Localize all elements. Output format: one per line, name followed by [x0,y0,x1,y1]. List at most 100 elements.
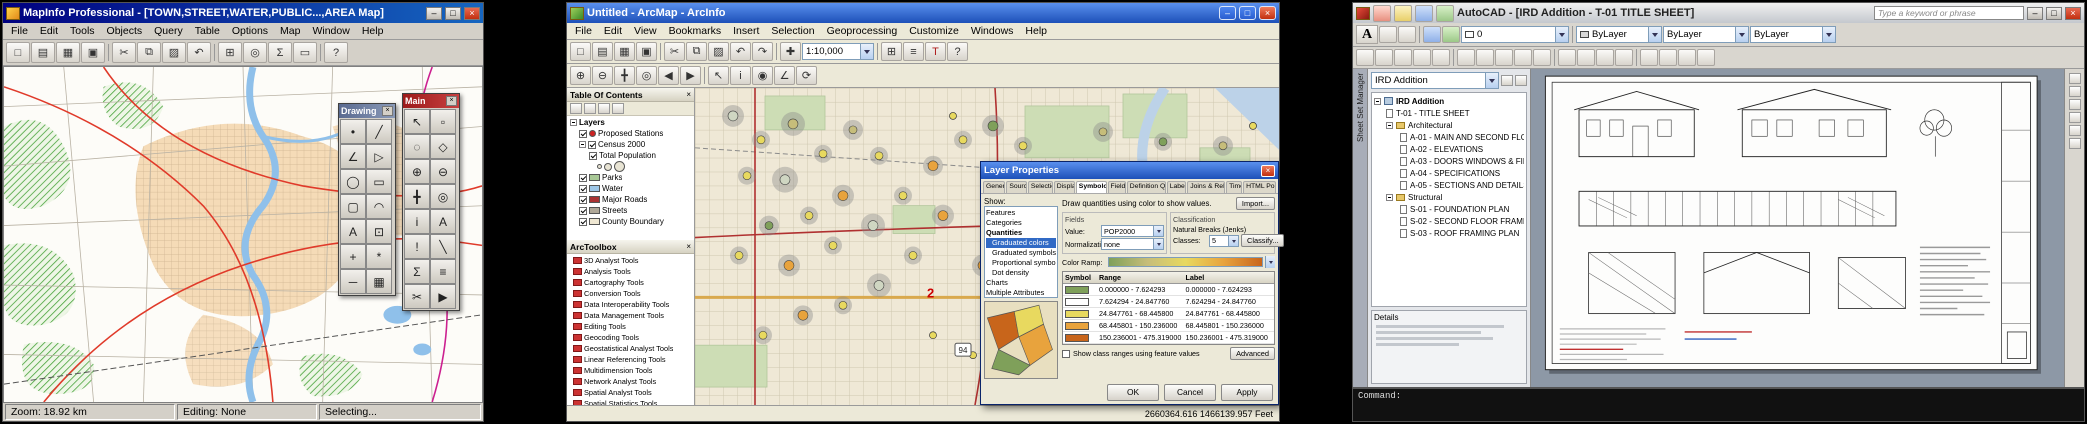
tab-fields[interactable]: Fields [1108,181,1126,193]
line-tool-icon[interactable]: ╱ [366,119,392,144]
layer-properties-dialog[interactable]: Layer Properties × General Source Select… [980,161,1279,405]
tab-source[interactable]: Source [1006,181,1027,193]
change-view-icon[interactable]: ◎ [430,184,456,209]
add-data-icon[interactable]: ✚ [780,42,801,61]
chevron-down-icon[interactable] [1485,73,1498,88]
menu-bookmarks[interactable]: Bookmarks [663,24,728,38]
refresh-icon[interactable] [1501,75,1513,86]
show-categories[interactable]: Categories [986,218,1056,228]
new-icon[interactable]: □ [6,42,30,63]
minimize-button[interactable]: – [426,7,442,20]
layer-checkbox[interactable] [589,152,597,160]
tab-general[interactable]: General [983,181,1005,193]
symbol-tool-icon[interactable]: • [340,119,366,144]
menu-edit[interactable]: Edit [34,24,64,38]
toc-panel-header[interactable]: Table Of Contents × [567,88,694,102]
undo-icon[interactable] [1514,49,1532,66]
menu-window[interactable]: Window [306,24,355,38]
text-style-icon[interactable]: A [1356,25,1378,44]
zoom-in-icon[interactable]: ⊕ [404,159,430,184]
pan-icon[interactable]: ╋ [614,66,635,85]
show-features[interactable]: Features [986,208,1056,218]
menu-file[interactable]: File [5,24,34,38]
layer-checkbox[interactable] [579,207,587,215]
tab-labels[interactable]: Labels [1167,181,1187,193]
close-button[interactable]: × [1259,6,1276,20]
drawing-palette[interactable]: Drawing × • ╱ ∠ ▷ ◯ ▭ ▢ ◠ A ⊡ + * ─ ▦ [338,103,396,296]
collapse-icon[interactable] [579,141,586,148]
add-node-tool-icon[interactable]: + [340,244,366,269]
ellipse-tool-icon[interactable]: ◯ [340,169,366,194]
find-icon[interactable]: ◉ [752,66,773,85]
classes-table[interactable]: Symbol Range Label 0.000000 - 7.6242930.… [1062,271,1275,345]
drawing-palette-titlebar[interactable]: Drawing × [339,104,395,118]
hotlink-tool-icon[interactable]: ! [404,234,430,259]
line-style-icon[interactable]: ─ [340,269,366,294]
menu-insert[interactable]: Insert [727,24,765,38]
radius-select-icon[interactable]: ◌ [404,134,430,159]
table-of-contents-icon[interactable]: ≡ [903,42,924,61]
value-combo[interactable]: POP2000 [1101,225,1164,237]
mapinfo-titlebar[interactable]: MapInfo Professional - [TOWN,STREET,WATE… [3,3,483,23]
paste-icon[interactable]: ▨ [708,42,729,61]
menu-customize[interactable]: Customize [903,24,965,38]
symbol-style-icon[interactable]: * [366,244,392,269]
orbit-icon[interactable] [2069,125,2081,136]
measure-icon[interactable]: ∠ [774,66,795,85]
identify-icon[interactable]: i [730,66,751,85]
chevron-down-icon[interactable] [860,44,873,59]
close-icon[interactable]: × [446,96,457,106]
open-icon[interactable]: ▤ [592,42,613,61]
save-icon[interactable]: ▦ [614,42,635,61]
show-charts[interactable]: Charts [986,278,1056,288]
class-swatch[interactable] [1065,322,1089,330]
paste-icon[interactable] [1495,49,1513,66]
zoom-previous-icon[interactable] [1615,49,1633,66]
menu-table[interactable]: Table [189,24,226,38]
dimension-style-icon[interactable] [1379,26,1397,43]
tab-definition-query[interactable]: Definition Query [1127,181,1166,193]
paste-icon[interactable]: ▨ [162,42,186,63]
toc-tree[interactable]: Layers Proposed Stations Census 2000 Tot… [567,116,694,240]
arcmap-titlebar[interactable]: Untitled - ArcMap - ArcInfo – □ × [567,3,1279,23]
ruler-tool-icon[interactable]: ╲ [430,234,456,259]
chevron-down-icon[interactable] [1735,27,1748,42]
menu-geoprocessing[interactable]: Geoprocessing [821,24,904,38]
autocad-titlebar[interactable]: AutoCAD - [IRD Addition - T-01 TITLE SHE… [1353,3,2084,23]
layer-properties-icon[interactable] [1423,26,1441,43]
menu-help[interactable]: Help [1019,24,1053,38]
collapse-icon[interactable] [1374,98,1381,105]
arctoolbox-icon[interactable]: T [925,42,946,61]
color-combo[interactable]: ByLayer [1576,26,1662,43]
apply-button[interactable]: Apply [1221,384,1273,401]
collapse-icon[interactable] [570,119,577,126]
list-by-drawing-order-icon[interactable] [570,103,582,114]
ssm-palette-titlebar[interactable]: Sheet Set Manager [1353,69,1368,387]
qat-open-icon[interactable] [1394,5,1412,22]
zoom-status[interactable]: Zoom: 18.92 km [5,404,175,420]
chevron-down-icon[interactable] [1822,27,1835,42]
copy-icon[interactable]: ⧉ [137,42,161,63]
close-icon[interactable]: × [382,106,393,116]
show-proportional-symbols[interactable]: Proportional symbols [986,258,1056,268]
collapse-icon[interactable] [1386,194,1393,201]
save-icon[interactable]: ▦ [56,42,80,63]
minimize-button[interactable]: – [2027,7,2043,20]
menu-objects[interactable]: Objects [101,24,149,38]
menu-query[interactable]: Query [148,24,189,38]
legend-icon[interactable]: ▶ [430,284,456,309]
select-features-icon[interactable]: ↖ [708,66,729,85]
close-icon[interactable]: × [1261,165,1275,177]
zoom-in-icon[interactable]: ⊕ [570,66,591,85]
map-scale-combo[interactable]: 1:10,000 [802,43,874,60]
cut-icon[interactable]: ✂ [664,42,685,61]
undo-icon[interactable]: ↶ [187,42,211,63]
menu-file[interactable]: File [569,24,598,38]
show-quantities[interactable]: Quantities [986,228,1056,238]
object-snap-icon[interactable] [2069,86,2081,97]
refresh-icon[interactable]: ⟳ [796,66,817,85]
close-button[interactable]: × [2065,7,2081,20]
copy-icon[interactable]: ⧉ [686,42,707,61]
class-swatch[interactable] [1065,286,1089,294]
collapse-icon[interactable] [1386,122,1393,129]
